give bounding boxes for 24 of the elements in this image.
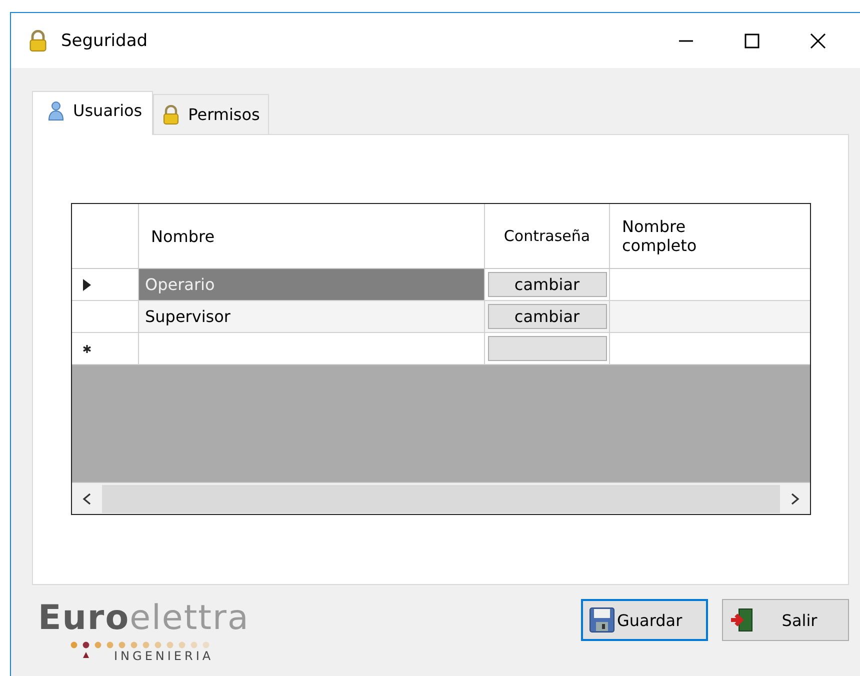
exit-door-icon [729, 607, 755, 633]
tab[interactable]: Permisos [153, 94, 269, 134]
close-icon[interactable] [809, 32, 827, 50]
horizontal-scrollbar[interactable] [72, 482, 810, 514]
tab[interactable]: Usuarios [32, 91, 154, 135]
maximize-icon[interactable] [743, 32, 761, 50]
action-button[interactable]: Salir [722, 599, 849, 641]
logo-tagline: INGENIERIA [114, 649, 214, 663]
window-title: Seguridad [61, 30, 149, 50]
column-header: Nombre [151, 226, 215, 246]
table-cell: Operario [139, 269, 485, 300]
logo-wordmark: Euroelettra [38, 599, 250, 637]
person-icon [47, 100, 65, 120]
change-password-button[interactable]: cambiar [488, 304, 606, 329]
action-button[interactable]: Guardar [581, 599, 708, 641]
padlock-icon [162, 104, 180, 124]
padlock-icon [27, 30, 49, 52]
asterisk-icon [82, 342, 92, 354]
column-header: Nombre completo [622, 217, 698, 255]
change-password-button[interactable]: cambiar [488, 272, 606, 297]
column-header: Contraseña [504, 227, 590, 245]
table-cell: Supervisor [139, 301, 485, 332]
scroll-right-icon[interactable] [790, 492, 800, 504]
scroll-left-icon[interactable] [82, 492, 92, 504]
